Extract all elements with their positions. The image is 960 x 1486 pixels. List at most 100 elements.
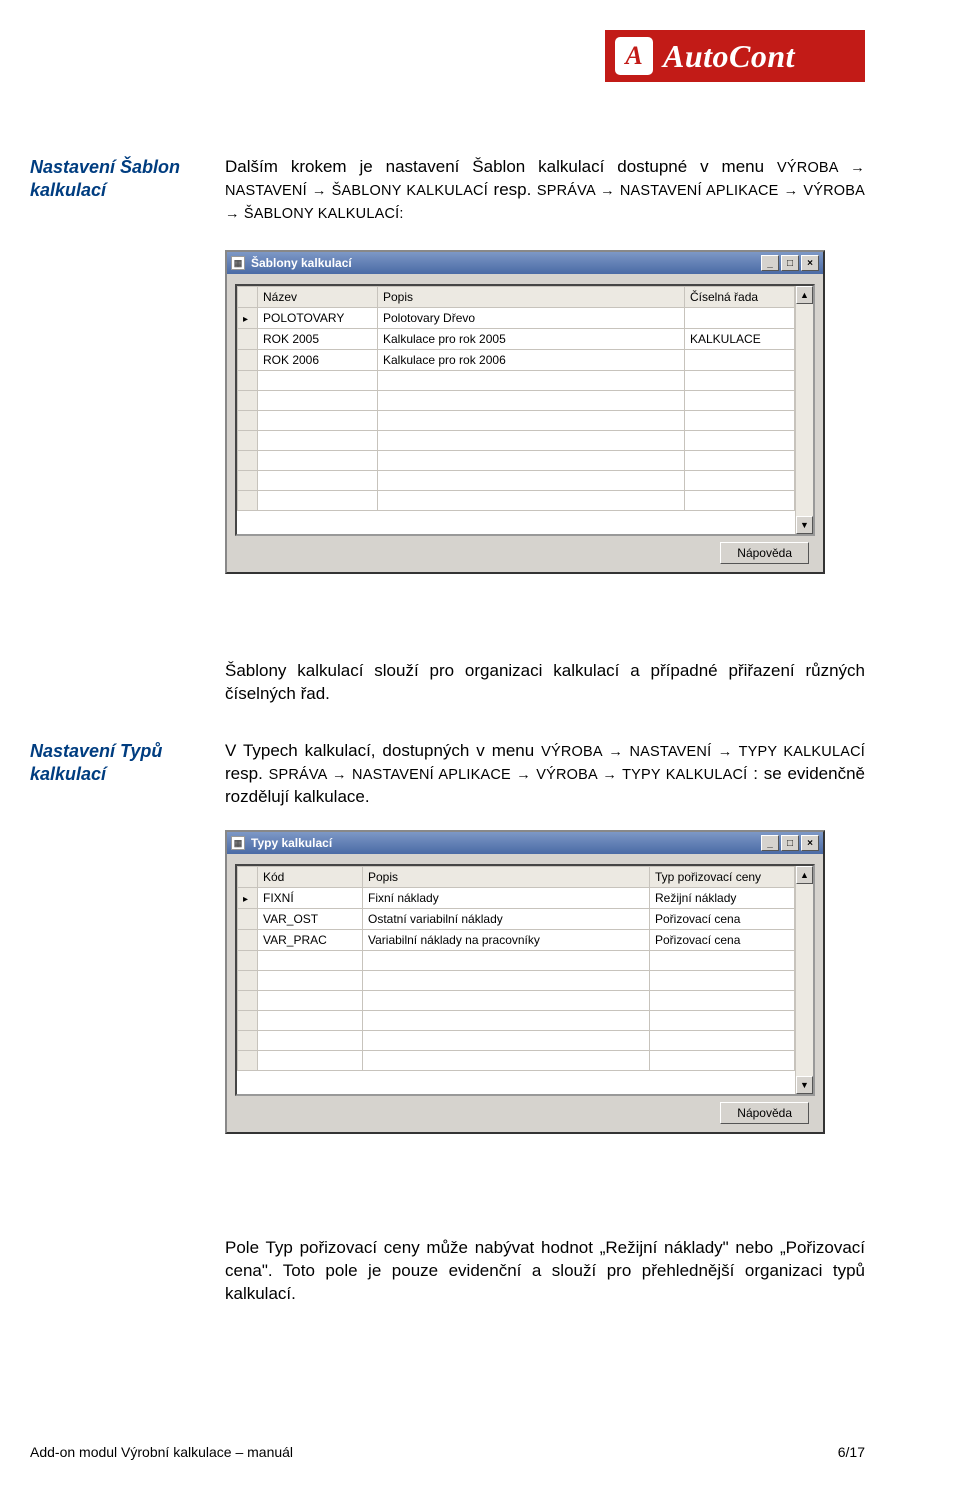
table-cell[interactable] <box>258 431 378 451</box>
table-cell[interactable] <box>685 431 795 451</box>
table-cell[interactable]: Kalkulace pro rok 2005 <box>378 329 685 350</box>
row-selector[interactable] <box>238 350 258 371</box>
row-selector[interactable] <box>238 491 258 511</box>
table-cell[interactable] <box>363 951 650 971</box>
scroll-up-icon[interactable]: ▲ <box>796 286 813 304</box>
row-selector[interactable] <box>238 1011 258 1031</box>
table-cell[interactable]: ROK 2005 <box>258 329 378 350</box>
table-row[interactable]: ROK 2005Kalkulace pro rok 2005KALKULACE <box>238 329 813 350</box>
scroll-down-icon[interactable]: ▼ <box>796 1076 813 1094</box>
row-selector[interactable] <box>238 451 258 471</box>
window-titlebar[interactable]: ▦ Typy kalkulací _ □ × <box>227 832 823 854</box>
row-selector[interactable] <box>238 991 258 1011</box>
table-cell[interactable] <box>258 371 378 391</box>
table-cell[interactable] <box>378 391 685 411</box>
help-button[interactable]: Nápověda <box>720 1102 809 1124</box>
row-selector[interactable] <box>238 411 258 431</box>
table-cell[interactable] <box>258 1011 363 1031</box>
table-cell[interactable] <box>258 1031 363 1051</box>
table-cell[interactable] <box>258 411 378 431</box>
table-cell[interactable] <box>363 1051 650 1071</box>
table-row[interactable] <box>238 1031 813 1051</box>
help-button[interactable]: Nápověda <box>720 542 809 564</box>
table-cell[interactable] <box>685 471 795 491</box>
table-cell[interactable] <box>363 1011 650 1031</box>
table-cell[interactable] <box>685 411 795 431</box>
col-typ-porizovaci-ceny[interactable]: Typ pořizovací ceny <box>650 867 795 888</box>
row-selector[interactable] <box>238 431 258 451</box>
table-row[interactable]: VAR_PRACVariabilní náklady na pracovníky… <box>238 930 813 951</box>
table-row[interactable] <box>238 411 813 431</box>
row-selector[interactable] <box>238 471 258 491</box>
table-cell[interactable] <box>650 991 795 1011</box>
table-cell[interactable] <box>650 951 795 971</box>
window-titlebar[interactable]: ▦ Šablony kalkulací _ □ × <box>227 252 823 274</box>
table-cell[interactable] <box>650 1051 795 1071</box>
close-button[interactable]: × <box>801 835 819 851</box>
table-cell[interactable] <box>258 391 378 411</box>
table-row[interactable] <box>238 1051 813 1071</box>
table-cell[interactable] <box>378 451 685 471</box>
table-cell[interactable]: Fixní náklady <box>363 888 650 909</box>
table-cell[interactable]: VAR_OST <box>258 909 363 930</box>
row-selector[interactable] <box>238 971 258 991</box>
row-selector[interactable] <box>238 1051 258 1071</box>
table-cell[interactable] <box>685 350 795 371</box>
row-selector[interactable] <box>238 391 258 411</box>
table-cell[interactable] <box>258 971 363 991</box>
vertical-scrollbar[interactable]: ▲ ▼ <box>795 866 813 1094</box>
table-row[interactable]: POLOTOVARYPolotovary Dřevo <box>238 308 813 329</box>
table-row[interactable]: FIXNÍFixní nákladyRežijní náklady <box>238 888 813 909</box>
table-row[interactable] <box>238 451 813 471</box>
table-cell[interactable]: Režijní náklady <box>650 888 795 909</box>
table-row[interactable] <box>238 971 813 991</box>
row-selector[interactable] <box>238 888 258 909</box>
table-cell[interactable] <box>650 1011 795 1031</box>
table-cell[interactable]: POLOTOVARY <box>258 308 378 329</box>
col-ciselna-rada[interactable]: Číselná řada <box>685 287 795 308</box>
grid-typy[interactable]: Kód Popis Typ pořizovací ceny FIXNÍFixní… <box>237 866 813 1071</box>
row-selector[interactable] <box>238 930 258 951</box>
table-cell[interactable]: Kalkulace pro rok 2006 <box>378 350 685 371</box>
table-cell[interactable] <box>685 371 795 391</box>
row-selector[interactable] <box>238 371 258 391</box>
table-row[interactable] <box>238 491 813 511</box>
table-cell[interactable] <box>258 991 363 1011</box>
table-cell[interactable]: Variabilní náklady na pracovníky <box>363 930 650 951</box>
table-cell[interactable]: Polotovary Dřevo <box>378 308 685 329</box>
table-cell[interactable] <box>363 991 650 1011</box>
row-selector[interactable] <box>238 909 258 930</box>
table-cell[interactable] <box>685 451 795 471</box>
row-selector[interactable] <box>238 1031 258 1051</box>
table-row[interactable] <box>238 371 813 391</box>
col-nazev[interactable]: Název <box>258 287 378 308</box>
close-button[interactable]: × <box>801 255 819 271</box>
table-cell[interactable] <box>258 471 378 491</box>
table-cell[interactable] <box>258 491 378 511</box>
table-row[interactable] <box>238 1011 813 1031</box>
table-cell[interactable]: KALKULACE <box>685 329 795 350</box>
table-row[interactable]: VAR_OSTOstatní variabilní nákladyPořizov… <box>238 909 813 930</box>
table-cell[interactable] <box>378 411 685 431</box>
col-popis[interactable]: Popis <box>363 867 650 888</box>
table-cell[interactable] <box>378 491 685 511</box>
grid-sablony[interactable]: Název Popis Číselná řada POLOTOVARYPolot… <box>237 286 813 511</box>
table-cell[interactable]: FIXNÍ <box>258 888 363 909</box>
table-cell[interactable] <box>258 1051 363 1071</box>
row-selector[interactable] <box>238 308 258 329</box>
table-cell[interactable] <box>258 951 363 971</box>
table-cell[interactable]: Pořizovací cena <box>650 930 795 951</box>
scroll-up-icon[interactable]: ▲ <box>796 866 813 884</box>
table-row[interactable] <box>238 951 813 971</box>
table-cell[interactable] <box>378 371 685 391</box>
table-cell[interactable] <box>363 971 650 991</box>
table-cell[interactable] <box>378 471 685 491</box>
table-row[interactable] <box>238 391 813 411</box>
row-selector[interactable] <box>238 329 258 350</box>
row-selector[interactable] <box>238 951 258 971</box>
table-cell[interactable] <box>685 491 795 511</box>
table-cell[interactable] <box>363 1031 650 1051</box>
table-cell[interactable]: Pořizovací cena <box>650 909 795 930</box>
table-cell[interactable] <box>650 971 795 991</box>
table-cell[interactable] <box>685 391 795 411</box>
